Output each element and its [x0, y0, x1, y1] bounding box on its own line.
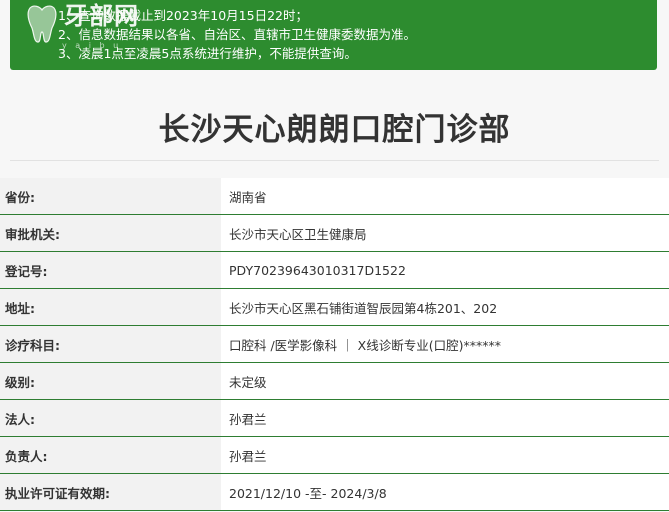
clinic-title: 长沙天心朗朗口腔门诊部: [158, 112, 511, 148]
divider: [10, 160, 659, 161]
row-value: 长沙市天心区卫生健康局: [221, 215, 669, 251]
row-label: 审批机关:: [0, 215, 221, 251]
row-value: 孙君兰: [221, 437, 669, 473]
row-value: 孙君兰: [221, 400, 669, 436]
row-label: 登记号:: [0, 252, 221, 288]
info-row-registration: 登记号: PDY70239643010317D1522: [0, 252, 669, 289]
info-row-address: 地址: 长沙市天心区黑石铺街道智辰园第4栋201、202: [0, 289, 669, 326]
site-logo[interactable]: 牙部网 y a i b u: [24, 1, 144, 50]
row-label: 地址:: [0, 289, 221, 325]
info-row-departments: 诊疗科目: 口腔科 /医学影像科 ｜ X线诊断专业(口腔)******: [0, 326, 669, 363]
row-value: 2021/12/10 -至- 2024/3/8: [221, 474, 669, 510]
notice-line: 2、信息数据结果以各省、自治区、直辖市卫生健康委数据为准。: [58, 27, 416, 42]
row-label: 级别:: [0, 363, 221, 399]
row-label: 法人:: [0, 400, 221, 436]
info-row-province: 省份: 湖南省: [0, 178, 669, 215]
page: 牙部网 y a i b u 1、查询数据截止到2023年10月15日22时； 2…: [0, 0, 669, 512]
info-row-authority: 审批机关: 长沙市天心区卫生健康局: [0, 215, 669, 252]
row-value: 未定级: [221, 363, 669, 399]
info-row-license-validity: 执业许可证有效期: 2021/12/10 -至- 2024/3/8: [0, 474, 669, 511]
info-row-responsible-person: 负责人: 孙君兰: [0, 437, 669, 474]
row-label: 诊疗科目:: [0, 326, 221, 362]
tooth-icon: [27, 5, 57, 43]
row-value: 长沙市天心区黑石铺街道智辰园第4栋201、202: [221, 289, 669, 325]
info-table: 省份: 湖南省 审批机关: 长沙市天心区卫生健康局 登记号: PDY702396…: [0, 178, 669, 511]
notice-line: 3、凌晨1点至凌晨5点系统进行维护，不能提供查询。: [58, 46, 357, 61]
info-row-level: 级别: 未定级: [0, 363, 669, 400]
notice-banner: 牙部网 y a i b u 1、查询数据截止到2023年10月15日22时； 2…: [10, 0, 657, 70]
info-row-legal-person: 法人: 孙君兰: [0, 400, 669, 437]
row-value: PDY70239643010317D1522: [221, 252, 669, 288]
logo-text: 牙部网: [64, 1, 139, 30]
row-value: 湖南省: [221, 178, 669, 214]
row-value: 口腔科 /医学影像科 ｜ X线诊断专业(口腔)******: [221, 326, 669, 362]
row-label: 负责人:: [0, 437, 221, 473]
row-label: 省份:: [0, 178, 221, 214]
logo-subtext: y a i b u: [62, 41, 122, 50]
row-label: 执业许可证有效期:: [0, 474, 221, 510]
notice-line: 1、查询数据截止到2023年10月15日22时；: [58, 8, 308, 23]
